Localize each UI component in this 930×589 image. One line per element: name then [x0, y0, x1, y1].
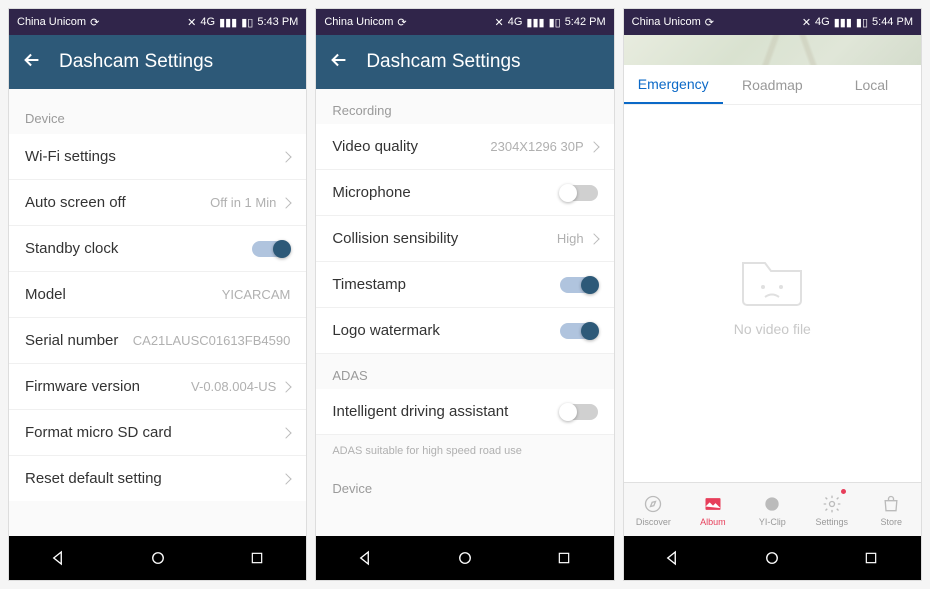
sync-icon: ⟳ [397, 16, 406, 29]
status-bar: China Unicom ⟳ ✕ 4G ▮▮▮ ▮▯ 5:42 PM [316, 9, 613, 35]
row-logo-watermark: Logo watermark [316, 308, 613, 354]
image-icon [702, 493, 724, 515]
nav-back-button[interactable] [355, 547, 377, 569]
nav-recents-button[interactable] [860, 547, 882, 569]
album-content: No video file [624, 105, 921, 482]
mute-icon: ✕ [802, 16, 811, 29]
nav-back-button[interactable] [48, 547, 70, 569]
net-label: 4G [200, 16, 215, 28]
clock-label: 5:44 PM [872, 16, 913, 28]
row-standby-clock: Standby clock [9, 226, 306, 272]
carrier-label: China Unicom [324, 16, 393, 28]
row-model: Model YICARCAM [9, 272, 306, 318]
battery-icon: ▮▯ [549, 16, 561, 29]
chevron-right-icon [588, 141, 599, 152]
standby-toggle[interactable] [252, 241, 290, 257]
nav-recents-button[interactable] [553, 547, 575, 569]
signal-icon: ▮▮▮ [834, 16, 852, 29]
chevron-right-icon [588, 233, 599, 244]
nav-home-button[interactable] [761, 547, 783, 569]
row-microphone: Microphone [316, 170, 613, 216]
row-firmware[interactable]: Firmware version V-0.08.004-US [9, 364, 306, 410]
row-intelligent-driving: Intelligent driving assistant [316, 389, 613, 435]
net-label: 4G [815, 16, 830, 28]
android-navbar [316, 536, 613, 580]
section-adas: ADAS [316, 354, 613, 389]
map-preview [624, 35, 921, 65]
nav-recents-button[interactable] [246, 547, 268, 569]
folder-sad-icon [737, 251, 807, 309]
tab-roadmap[interactable]: Roadmap [723, 65, 822, 104]
clock-label: 5:43 PM [257, 16, 298, 28]
sync-icon: ⟳ [705, 16, 714, 29]
battery-icon: ▮▯ [241, 16, 253, 29]
app-header: Dashcam Settings [316, 35, 613, 89]
signal-icon: ▮▮▮ [526, 16, 544, 29]
page-title: Dashcam Settings [59, 51, 213, 73]
chevron-right-icon [281, 151, 292, 162]
bag-icon [880, 493, 902, 515]
nav-store[interactable]: Store [862, 483, 921, 536]
battery-icon: ▮▯ [856, 16, 868, 29]
empty-state: No video file [624, 105, 921, 482]
signal-icon: ▮▮▮ [219, 16, 237, 29]
timestamp-toggle[interactable] [560, 277, 598, 293]
chevron-right-icon [281, 473, 292, 484]
row-auto-screen-off[interactable]: Auto screen off Off in 1 Min [9, 180, 306, 226]
ida-toggle[interactable] [560, 404, 598, 420]
phone-1: China Unicom ⟳ ✕ 4G ▮▮▮ ▮▯ 5:43 PM Dashc… [8, 8, 307, 581]
settings-list[interactable]: Device Wi-Fi settings Auto screen off Of… [9, 89, 306, 536]
chevron-right-icon [281, 427, 292, 438]
back-button[interactable] [328, 49, 350, 76]
record-icon [761, 493, 783, 515]
settings-list[interactable]: Recording Video quality 2304X1296 30P Mi… [316, 89, 613, 536]
sync-icon: ⟳ [90, 16, 99, 29]
tab-emergency[interactable]: Emergency [624, 65, 723, 104]
nav-home-button[interactable] [147, 547, 169, 569]
android-navbar [624, 536, 921, 580]
section-device: Device [316, 467, 613, 502]
bottom-nav: Discover Album YI-Clip Settings Store [624, 482, 921, 536]
gear-icon [821, 493, 843, 515]
row-wifi-settings[interactable]: Wi-Fi settings [9, 134, 306, 180]
nav-discover[interactable]: Discover [624, 483, 683, 536]
back-button[interactable] [21, 49, 43, 76]
row-video-quality[interactable]: Video quality 2304X1296 30P [316, 124, 613, 170]
empty-text: No video file [734, 321, 811, 337]
nav-album[interactable]: Album [683, 483, 742, 536]
section-device: Device [9, 89, 306, 134]
album-tabs: Emergency Roadmap Local [624, 65, 921, 105]
logo-toggle[interactable] [560, 323, 598, 339]
app-header: Dashcam Settings [9, 35, 306, 89]
row-format-sd[interactable]: Format micro SD card [9, 410, 306, 456]
row-reset-default[interactable]: Reset default setting [9, 456, 306, 501]
mute-icon: ✕ [187, 16, 196, 29]
android-navbar [9, 536, 306, 580]
status-bar: China Unicom ⟳ ✕ 4G ▮▮▮ ▮▯ 5:43 PM [9, 9, 306, 35]
adas-note: ADAS suitable for high speed road use [316, 435, 613, 467]
carrier-label: China Unicom [632, 16, 701, 28]
tab-local[interactable]: Local [822, 65, 921, 104]
nav-back-button[interactable] [662, 547, 684, 569]
chevron-right-icon [281, 381, 292, 392]
carrier-label: China Unicom [17, 16, 86, 28]
chevron-right-icon [281, 197, 292, 208]
notification-dot [841, 489, 846, 494]
mute-icon: ✕ [495, 16, 504, 29]
nav-home-button[interactable] [454, 547, 476, 569]
phone-2: China Unicom ⟳ ✕ 4G ▮▮▮ ▮▯ 5:42 PM Dashc… [315, 8, 614, 581]
net-label: 4G [508, 16, 523, 28]
compass-icon [642, 493, 664, 515]
page-title: Dashcam Settings [366, 51, 520, 73]
status-bar: China Unicom ⟳ ✕ 4G ▮▮▮ ▮▯ 5:44 PM [624, 9, 921, 35]
row-timestamp: Timestamp [316, 262, 613, 308]
nav-settings[interactable]: Settings [802, 483, 861, 536]
row-collision[interactable]: Collision sensibility High [316, 216, 613, 262]
phone-3: China Unicom ⟳ ✕ 4G ▮▮▮ ▮▯ 5:44 PM Emerg… [623, 8, 922, 581]
microphone-toggle[interactable] [560, 185, 598, 201]
section-recording: Recording [316, 89, 613, 124]
nav-yiclip[interactable]: YI-Clip [743, 483, 802, 536]
clock-label: 5:42 PM [565, 16, 606, 28]
row-serial: Serial number CA21LAUSC01613FB4590 [9, 318, 306, 364]
